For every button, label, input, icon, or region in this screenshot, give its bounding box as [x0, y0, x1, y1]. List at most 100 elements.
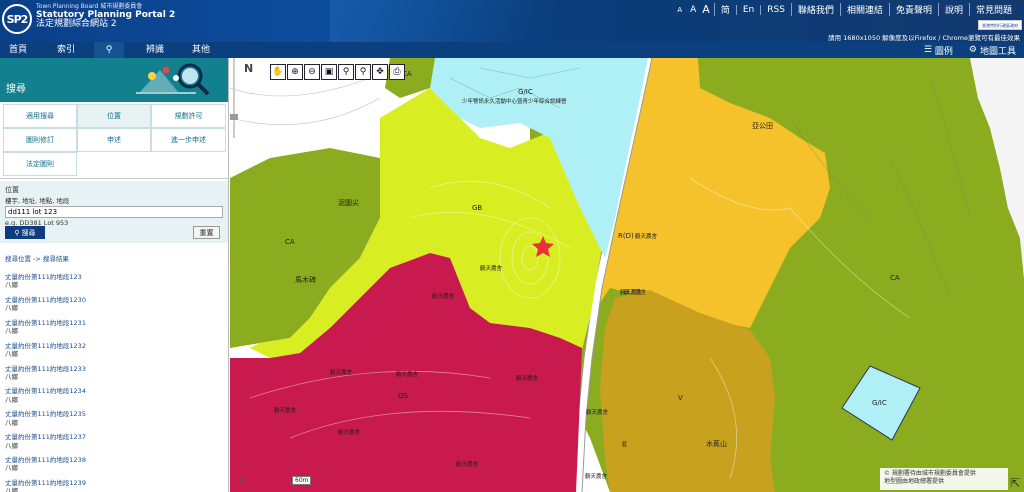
identify-icon[interactable]: ⚲ [355, 64, 371, 80]
label-farm-13: 鶴天農舍 [585, 472, 608, 480]
tab-location[interactable]: 位置 [77, 104, 151, 128]
faq-link[interactable]: 常見問題 [968, 3, 1018, 16]
pan-arrows-icon[interactable]: ✥ [372, 64, 388, 80]
menu-identify[interactable]: 辨識 [140, 42, 170, 58]
font-large-link[interactable]: A [698, 3, 714, 16]
font-medium-link[interactable]: A [688, 5, 698, 15]
rss-link[interactable]: RSS [760, 4, 791, 15]
help-link[interactable]: 說明 [937, 3, 969, 16]
label-ca-left: CA [285, 238, 295, 246]
top-links: A A A 简 En RSS 聯絡我們 相關連結 免責聲明 說明 常見問題 [671, 3, 1018, 16]
tab-further-representation[interactable]: 進一步申述 [151, 128, 226, 152]
result-item[interactable]: 丈量約份第111約地段1233 八鄉 [0, 361, 228, 384]
copyright-line-2: 地型圖由地政總署提供 [884, 477, 945, 485]
contact-link[interactable]: 聯絡我們 [790, 3, 840, 16]
tab-planning-permission[interactable]: 規劃許可 [151, 104, 226, 128]
menu-home[interactable]: 首頁 [0, 42, 36, 58]
north-arrow-icon: N [244, 62, 254, 75]
result-title[interactable]: 丈量約份第111約地段1231 [5, 319, 223, 327]
map-buttons: ☰ 圖例 ⚙ 地圖工具 [916, 42, 1024, 58]
result-item[interactable]: 丈量約份第111約地段1234 八鄉 [0, 383, 228, 406]
result-title[interactable]: 丈量約份第111約地段1238 [5, 456, 223, 464]
result-subtitle: 八鄉 [5, 395, 18, 404]
tab-representation[interactable]: 申述 [77, 128, 151, 152]
scale-label: 60m [292, 476, 312, 485]
result-title[interactable]: 丈量約份第111約地段1239 [5, 479, 223, 487]
menu-other[interactable]: 其他 [186, 42, 216, 58]
label-farm-11: 鶴天農舍 [635, 232, 658, 240]
breadcrumb[interactable]: 搜尋位置 -> 搜尋結果 [0, 243, 228, 269]
result-subtitle: 八鄉 [5, 372, 18, 381]
tab-applicable-search[interactable]: 適用搜尋 [3, 104, 77, 128]
sp2-logo[interactable]: SP2 [2, 4, 32, 34]
result-item[interactable]: 丈量約份第111約地段1230 八鄉 [0, 292, 228, 315]
label-farm-12: 鶴天農舍 [624, 288, 647, 296]
label-v: V [678, 394, 683, 402]
zoning-map[interactable]: CA G/IC 少年警訊永久活動中心暨青少年綜合訓練營 GB 泥圍尖 CA 馬木… [230, 58, 1024, 492]
result-subtitle: 八鄉 [5, 350, 18, 359]
map-view[interactable]: CA G/IC 少年警訊永久活動中心暨青少年綜合訓練營 GB 泥圍尖 CA 馬木… [230, 58, 1024, 492]
menu-search[interactable]: ⚲ [94, 42, 124, 58]
label-farm-10: 鶴天農舍 [586, 408, 609, 416]
label-farm-2: 鶴天農舍 [480, 264, 503, 272]
search-tabs: 適用搜尋 位置 規劃許可 圖則修訂 申述 進一步申述 法定圖則 [0, 102, 228, 179]
brand-block: Town Planning Board 城市規劃委員會 Statutory Pl… [36, 3, 175, 30]
layers-icon: ☰ [923, 45, 932, 55]
result-item[interactable]: 丈量約份第111約地段1239 八鄉 [0, 475, 228, 492]
pan-hand-icon[interactable]: ✋ [270, 64, 286, 80]
related-links-link[interactable]: 相關連結 [839, 3, 889, 16]
map-toolbar: ✋ ⊕ ⊖ ▣ ⚲ ⚲ ✥ ⎙ [270, 64, 405, 80]
label-farm-8: 鶴天農舍 [338, 428, 361, 436]
result-item[interactable]: 丈量約份第111約地段1231 八鄉 [0, 315, 228, 338]
copyright-note: © 規劃署待由城市規劃委員會提供 地型圖由地政總署提供 [880, 468, 1008, 490]
label-gb: GB [472, 204, 482, 212]
label-rd: R(D) [618, 232, 634, 240]
label-farm-7: 鶴天農舍 [274, 406, 297, 414]
measure-icon[interactable]: ⚲ [338, 64, 354, 80]
search-button[interactable]: ⚲ 搜尋 [5, 226, 45, 239]
gov-badge[interactable]: 香港特別行政區政府 [978, 20, 1022, 30]
result-title[interactable]: 丈量約份第111約地段1234 [5, 387, 223, 395]
map-tools-button[interactable]: ⚙ 地圖工具 [961, 42, 1024, 58]
search-icon: ⚲ [105, 45, 113, 55]
print-icon[interactable]: ⎙ [389, 64, 405, 80]
result-item[interactable]: 丈量約份第111約地段123 八鄉 [0, 269, 228, 292]
tab-plan-amendment[interactable]: 圖則修訂 [3, 128, 77, 152]
expand-icon[interactable]: ⇱ [1010, 476, 1020, 490]
result-item[interactable]: 丈量約份第111約地段1235 八鄉 [0, 406, 228, 429]
legend-label: 圖例 [934, 46, 953, 57]
search-title: 搜尋 [6, 84, 26, 95]
result-item[interactable]: 丈量約份第111約地段1237 八鄉 [0, 429, 228, 452]
search-illustration-icon [136, 63, 210, 96]
zoom-out-box-icon[interactable]: ⊖ [304, 64, 320, 80]
zoom-in-box-icon[interactable]: ⊕ [287, 64, 303, 80]
result-subtitle: 八鄉 [5, 418, 18, 427]
full-extent-icon[interactable]: ▣ [321, 64, 337, 80]
tab-statutory-plan[interactable]: 法定圖則 [3, 152, 77, 176]
brand-line-3: 法定規劃綜合網站 2 [36, 19, 117, 30]
zoom-slider[interactable] [230, 58, 238, 138]
result-title[interactable]: 丈量約份第111約地段1232 [5, 342, 223, 350]
simplified-chinese-link[interactable]: 简 [713, 3, 736, 16]
reset-button[interactable]: 重置 [193, 226, 220, 239]
label-ya-gong: 亞公田 [752, 122, 773, 130]
result-subtitle: 八鄉 [5, 441, 18, 450]
font-small-link[interactable]: A [671, 6, 688, 14]
result-item[interactable]: 丈量約份第111約地段1232 八鄉 [0, 338, 228, 361]
disclaimer-link[interactable]: 免責聲明 [888, 3, 938, 16]
result-title[interactable]: 丈量約份第111約地段1230 [5, 296, 223, 304]
legend-button[interactable]: ☰ 圖例 [916, 42, 961, 58]
result-item[interactable]: 丈量約份第111約地段1238 八鄉 [0, 452, 228, 475]
result-title[interactable]: 丈量約份第111約地段1235 [5, 410, 223, 418]
location-input[interactable] [5, 206, 223, 218]
english-link[interactable]: En [735, 4, 760, 15]
label-gic-right: G/IC [872, 399, 887, 407]
result-title[interactable]: 丈量約份第111約地段123 [5, 273, 223, 281]
label-gic-top: G/IC [518, 88, 533, 96]
result-title[interactable]: 丈量約份第111約地段1237 [5, 433, 223, 441]
result-list: 丈量約份第111約地段123 八鄉 丈量約份第111約地段1230 八鄉 丈量約份第11… [0, 269, 228, 492]
result-title[interactable]: 丈量約份第111約地段1233 [5, 365, 223, 373]
label-niwu: 泥圍尖 [338, 198, 359, 207]
result-subtitle: 八鄉 [5, 304, 18, 313]
menu-index[interactable]: 索引 [48, 42, 84, 58]
